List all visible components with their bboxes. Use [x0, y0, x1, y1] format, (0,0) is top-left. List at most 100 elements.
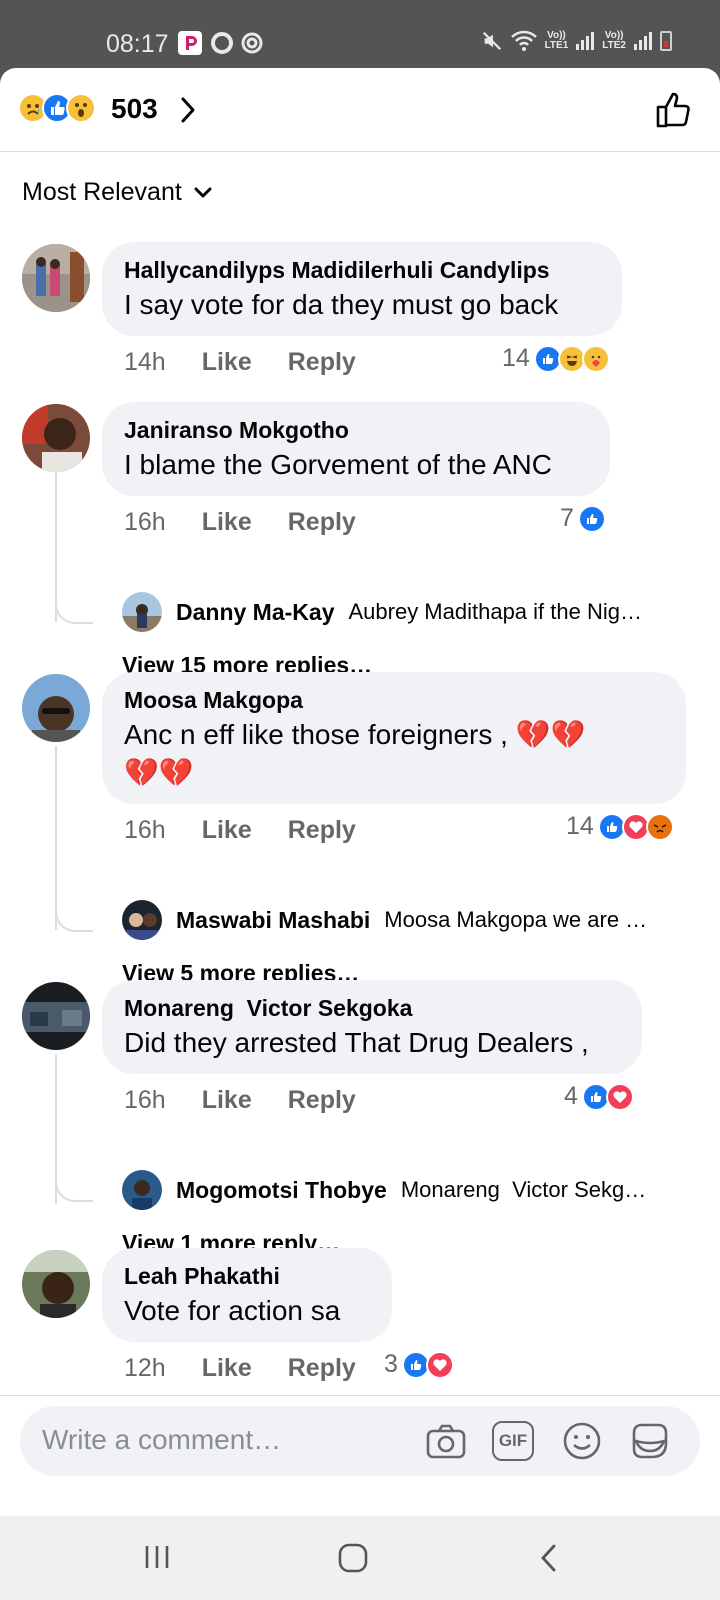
reaction-count[interactable]: 3	[384, 1350, 454, 1379]
gif-icon[interactable]: GIF	[492, 1421, 534, 1461]
comments-sheet: 503 Most Relevant Hallycandilyps Madidil…	[0, 68, 720, 1516]
recents-icon[interactable]	[142, 1542, 172, 1572]
comment-composer: Write a comment… GIF	[0, 1395, 720, 1516]
like-button[interactable]: Like	[202, 816, 252, 845]
reply-button[interactable]: Reply	[288, 816, 356, 845]
app-p-icon	[178, 31, 202, 55]
broken-heart-emoji: 💔💔	[124, 757, 194, 788]
comment-actions: 12h Like Reply	[124, 1354, 356, 1383]
reply-button[interactable]: Reply	[288, 1354, 356, 1383]
comment-author[interactable]: Leah Phakathi	[124, 1260, 370, 1292]
reply-button[interactable]: Reply	[288, 508, 356, 537]
reaction-count-number: 14	[502, 344, 530, 372]
like-icon	[577, 504, 606, 533]
reply-author[interactable]: Danny Ma-Kay	[176, 599, 334, 626]
reply-preview[interactable]: Maswabi Mashabi Moosa Makgopa we are …	[122, 900, 647, 940]
gif-label: GIF	[498, 1431, 528, 1450]
reaction-count[interactable]: 4	[564, 1082, 634, 1111]
comment-time[interactable]: 16h	[124, 508, 166, 537]
battery-icon	[660, 31, 672, 51]
reaction-count[interactable]: 7	[560, 504, 606, 533]
sort-label: Most Relevant	[22, 178, 182, 206]
love-icon	[605, 1082, 634, 1111]
home-icon[interactable]	[336, 1542, 370, 1574]
chevron-right-icon[interactable]	[178, 96, 198, 124]
comment-time[interactable]: 16h	[124, 1086, 166, 1115]
comment-bubble[interactable]: Monareng Victor Sekgoka Did they arreste…	[102, 980, 642, 1074]
reply-avatar[interactable]	[122, 900, 162, 940]
back-icon[interactable]	[538, 1542, 560, 1574]
reply-connector	[55, 1176, 93, 1202]
comment-actions: 16h Like Reply	[124, 1086, 356, 1115]
reaction-count[interactable]: 14	[502, 344, 610, 373]
mute-icon	[482, 31, 501, 51]
reply-author[interactable]: Mogomotsi Thobye	[176, 1177, 387, 1204]
like-button[interactable]: Like	[202, 508, 252, 537]
comment-time[interactable]: 16h	[124, 816, 166, 845]
emoji-icon[interactable]	[560, 1419, 604, 1463]
status-time: 08:17	[106, 30, 169, 58]
comment-author[interactable]: Hallycandilyps Madidilerhuli Candylips	[124, 254, 600, 286]
comment-text: Vote for action sa	[124, 1295, 341, 1326]
comment-actions: 16h Like Reply	[124, 816, 356, 845]
comment-bubble[interactable]: Leah Phakathi Vote for action sa	[102, 1248, 392, 1342]
sticker-icon[interactable]	[628, 1419, 672, 1463]
thread-line	[55, 746, 57, 930]
like-button[interactable]: Like	[202, 1354, 252, 1383]
reply-author[interactable]: Maswabi Mashabi	[176, 907, 370, 934]
reply-text: Aubrey Madithapa if the Nig…	[348, 599, 642, 624]
care-icon	[581, 344, 610, 373]
comment-actions: 14h Like Reply	[124, 348, 356, 377]
like-button[interactable]: Like	[202, 348, 252, 377]
signal1-icon	[576, 32, 595, 50]
reaction-count[interactable]: 14	[566, 812, 674, 841]
comment-author[interactable]: Monareng Victor Sekgoka	[124, 992, 620, 1024]
comment-input[interactable]: Write a comment… GIF	[20, 1406, 700, 1476]
comment-text: Did they arrested That Drug Dealers ,	[124, 1027, 589, 1058]
reply-avatar[interactable]	[122, 592, 162, 632]
love-icon	[425, 1350, 454, 1379]
wifi-icon	[510, 30, 537, 51]
avatar[interactable]	[22, 244, 90, 312]
wow-icon	[66, 93, 96, 123]
reaction-count-number: 3	[384, 1350, 398, 1378]
comment-author[interactable]: Moosa Makgopa	[124, 684, 664, 716]
comment-time[interactable]: 12h	[124, 1354, 166, 1383]
reply-button[interactable]: Reply	[288, 1086, 356, 1115]
reply-avatar[interactable]	[122, 1170, 162, 1210]
status-bar: 08:17 Vo)) LTE1 Vo)) LTE2	[0, 0, 720, 68]
comment-bubble[interactable]: Janiranso Mokgotho I blame the Gorvement…	[102, 402, 610, 496]
status-icons: Vo)) LTE1 Vo)) LTE2	[481, 30, 672, 52]
comment-bubble[interactable]: Moosa Makgopa Anc n eff like those forei…	[102, 672, 686, 804]
avatar[interactable]	[22, 1250, 90, 1318]
comment-author[interactable]: Janiranso Mokgotho	[124, 414, 588, 446]
signal2-icon	[634, 32, 652, 50]
comment-text: Anc n eff like those foreigners , 💔💔	[124, 716, 664, 754]
reply-button[interactable]: Reply	[288, 348, 356, 377]
angry-icon	[645, 812, 674, 841]
system-nav-bar	[0, 1516, 720, 1600]
reply-preview[interactable]: Danny Ma-Kay Aubrey Madithapa if the Nig…	[122, 592, 642, 632]
comment-time[interactable]: 14h	[124, 348, 166, 377]
reactions-header[interactable]: 503	[0, 68, 720, 152]
reply-preview[interactable]: Mogomotsi Thobye Monareng Victor Sekg…	[122, 1170, 646, 1210]
avatar[interactable]	[22, 404, 90, 472]
avatar[interactable]	[22, 982, 90, 1050]
sort-dropdown[interactable]: Most Relevant	[22, 178, 212, 207]
avatar[interactable]	[22, 674, 90, 742]
reaction-count-number: 14	[566, 812, 594, 840]
comment-placeholder[interactable]: Write a comment…	[42, 1424, 281, 1456]
reply-text: Monareng Victor Sekg…	[400, 1177, 647, 1202]
reaction-summary[interactable]	[18, 92, 96, 124]
comment-actions: 16h Like Reply	[124, 508, 356, 537]
comment-text-line1: Anc n eff like those foreigners ,	[124, 719, 508, 750]
comment-text: I blame the Gorvement of the ANC	[124, 449, 552, 480]
like-button[interactable]: Like	[202, 1086, 252, 1115]
reply-text: Moosa Makgopa we are …	[384, 907, 648, 932]
circle-app-icon	[211, 32, 233, 54]
camera-icon[interactable]	[424, 1419, 468, 1463]
comment-bubble[interactable]: Hallycandilyps Madidilerhuli Candylips I…	[102, 242, 622, 336]
reaction-count-number: 4	[564, 1082, 578, 1110]
total-reactions[interactable]: 503	[111, 93, 158, 125]
like-page-icon[interactable]	[654, 90, 694, 130]
